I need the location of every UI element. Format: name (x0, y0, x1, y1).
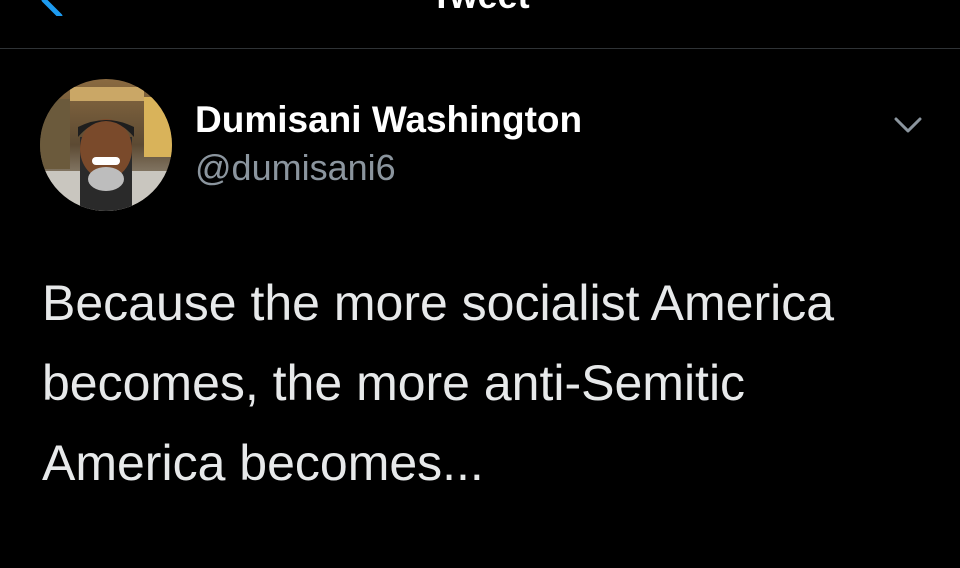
author-handle[interactable]: @dumisani6 (195, 146, 396, 190)
author-display-name[interactable]: Dumisani Washington (195, 98, 582, 142)
avatar[interactable] (40, 79, 172, 211)
tweet-text-line: becomes, the more anti-Semitic (42, 355, 746, 411)
chevron-down-icon (894, 117, 922, 133)
top-navigation-bar: Tweet (0, 0, 960, 49)
tweet-menu-button[interactable] (888, 111, 928, 141)
tweet-text: Because the more socialist America becom… (42, 263, 932, 503)
tweet-text-line: America becomes... (42, 435, 484, 491)
avatar-photo (40, 79, 172, 211)
tweet-text-line: Because the more socialist America (42, 275, 835, 331)
page-title: Tweet (0, 0, 960, 14)
